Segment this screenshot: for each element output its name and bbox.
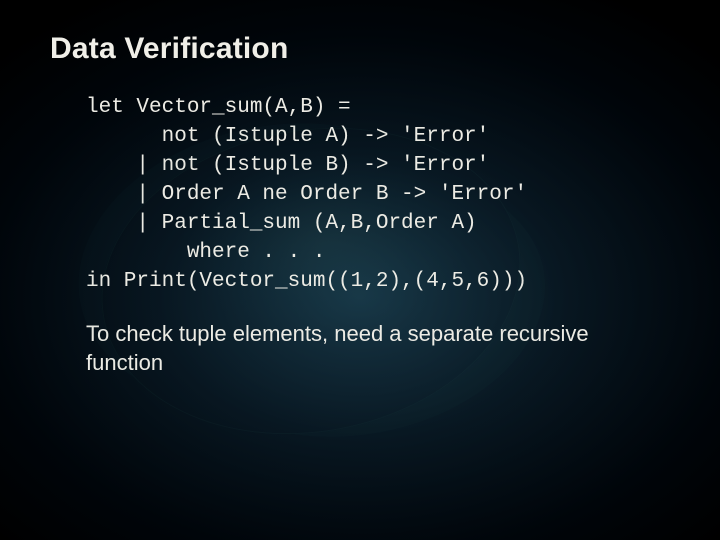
code-snippet: let Vector_sum(A,B) = not (Istuple A) ->… (86, 94, 670, 297)
body-text: To check tuple elements, need a separate… (86, 319, 646, 378)
slide-title: Data Verification (50, 32, 670, 66)
slide: Data Verification let Vector_sum(A,B) = … (0, 0, 720, 540)
